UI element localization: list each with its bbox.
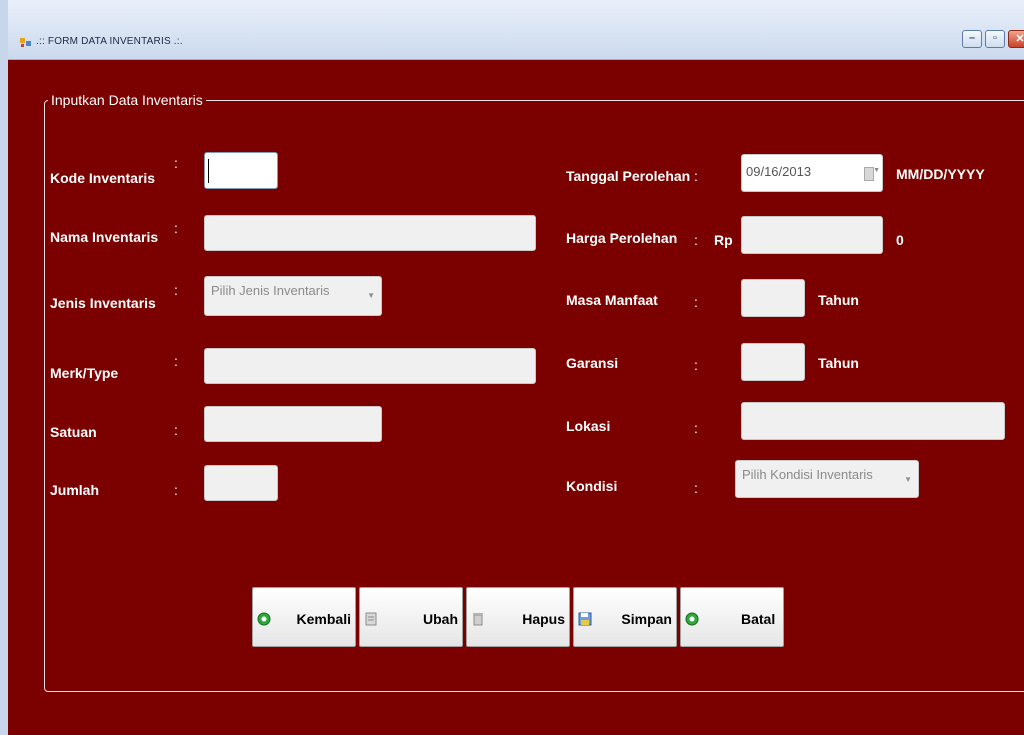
- minimize-button[interactable]: –: [962, 30, 982, 48]
- simpan-button[interactable]: Simpan: [573, 587, 677, 647]
- merk-colon: :: [174, 353, 178, 369]
- harga-label: Harga Perolehan: [566, 230, 678, 246]
- form-window: .:: FORM DATA INVENTARIS .:. – ▫ ✕ Input…: [0, 0, 1024, 735]
- harga-colon: :: [694, 232, 698, 248]
- minimize-icon: –: [968, 32, 976, 44]
- hapus-button[interactable]: Hapus: [466, 587, 570, 647]
- tanggal-datepicker[interactable]: 09/16/2013 ▼: [741, 154, 883, 192]
- kode-colon: :: [174, 155, 178, 171]
- kondisi-colon: :: [694, 480, 698, 496]
- ubah-label: Ubah: [423, 611, 458, 627]
- batal-button[interactable]: Batal: [680, 587, 784, 647]
- chevron-down-icon: ▼: [904, 475, 912, 484]
- maximize-button[interactable]: ▫: [985, 30, 1005, 48]
- green-circle-icon: [685, 612, 699, 626]
- window-title: .:: FORM DATA INVENTARIS .:.: [36, 36, 183, 47]
- nama-colon: :: [174, 220, 178, 236]
- kode-input[interactable]: [204, 152, 278, 189]
- hapus-label: Hapus: [522, 611, 565, 627]
- kondisi-label: Kondisi: [566, 478, 618, 494]
- simpan-label: Simpan: [621, 611, 672, 627]
- kembali-button[interactable]: Kembali: [252, 587, 356, 647]
- save-icon: [578, 612, 592, 626]
- tanggal-value: 09/16/2013: [746, 164, 812, 179]
- kondisi-combobox[interactable]: Pilih Kondisi Inventaris ▼: [735, 460, 919, 498]
- close-icon: ✕: [1015, 33, 1024, 45]
- satuan-input[interactable]: [204, 406, 382, 442]
- kondisi-selected: Pilih Kondisi Inventaris: [742, 467, 873, 482]
- batal-label: Batal: [741, 611, 776, 627]
- jumlah-input[interactable]: [204, 465, 278, 501]
- lokasi-label: Lokasi: [566, 418, 611, 434]
- masa-label: Masa Manfaat: [566, 292, 658, 308]
- jenis-colon: :: [174, 282, 178, 298]
- title-bar[interactable]: .:: FORM DATA INVENTARIS .:. – ▫ ✕: [8, 0, 1024, 60]
- window-controls: – ▫ ✕: [962, 30, 1024, 52]
- jenis-label: Jenis Inventaris: [50, 295, 156, 311]
- harga-input[interactable]: [741, 216, 883, 254]
- document-icon: [365, 612, 377, 626]
- app-icon: [20, 38, 31, 47]
- garansi-label: Garansi: [566, 355, 619, 371]
- lokasi-input[interactable]: [741, 402, 1005, 440]
- tanggal-label: Tanggal Perolehan: [566, 168, 691, 184]
- satuan-colon: :: [174, 422, 178, 438]
- harga-display: 0: [896, 232, 904, 248]
- satuan-label: Satuan: [50, 424, 97, 440]
- masa-unit: Tahun: [818, 292, 859, 308]
- jumlah-colon: :: [174, 482, 178, 498]
- chevron-down-icon: ▼: [367, 291, 375, 300]
- garansi-colon: :: [694, 357, 698, 373]
- garansi-unit: Tahun: [818, 355, 859, 371]
- kode-label: Kode Inventaris: [50, 170, 156, 186]
- maximize-icon: ▫: [993, 32, 997, 44]
- nama-label: Nama Inventaris: [50, 229, 159, 245]
- groupbox-title: Inputkan Data Inventaris: [48, 92, 206, 108]
- date-format-hint: MM/DD/YYYY: [896, 166, 985, 182]
- merk-input[interactable]: [204, 348, 536, 384]
- trash-icon: [473, 613, 483, 626]
- jenis-selected: Pilih Jenis Inventaris: [211, 283, 330, 298]
- tanggal-colon: :: [694, 168, 698, 184]
- close-button[interactable]: ✕: [1008, 30, 1024, 48]
- merk-label: Merk/Type: [50, 365, 119, 381]
- harga-currency: Rp: [714, 232, 733, 248]
- green-circle-icon: [257, 612, 271, 626]
- nama-input[interactable]: [204, 215, 536, 251]
- kembali-label: Kembali: [296, 611, 351, 627]
- masa-colon: :: [694, 294, 698, 310]
- ubah-button[interactable]: Ubah: [359, 587, 463, 647]
- lokasi-colon: :: [694, 420, 698, 436]
- garansi-input[interactable]: [741, 343, 805, 381]
- jenis-combobox[interactable]: Pilih Jenis Inventaris ▼: [204, 276, 382, 316]
- masa-input[interactable]: [741, 279, 805, 317]
- text-caret: [208, 159, 209, 183]
- jumlah-label: Jumlah: [50, 482, 100, 498]
- chevron-down-icon: ▼: [873, 167, 880, 174]
